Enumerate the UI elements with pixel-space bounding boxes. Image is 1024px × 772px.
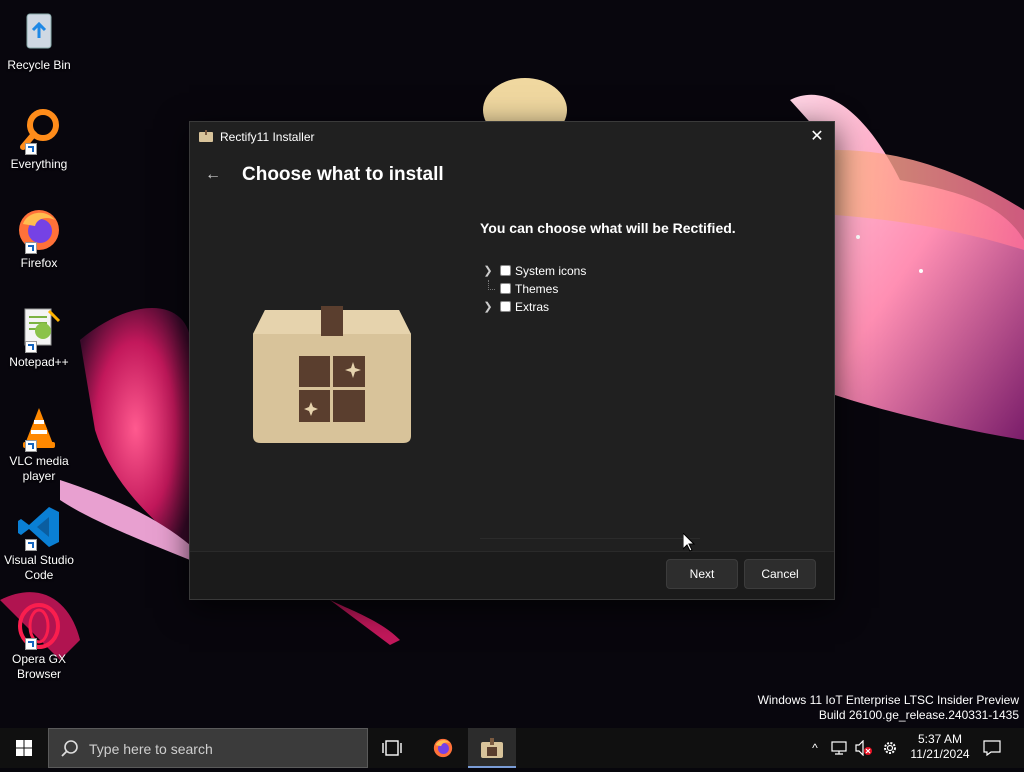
- close-button[interactable]: ✕: [800, 122, 834, 152]
- app-box-icon: [199, 130, 213, 142]
- desktop-icon-notepad-plus-plus[interactable]: Notepad++: [2, 305, 76, 370]
- tree-item-label: System icons: [515, 264, 587, 278]
- notepad-plus-plus-icon: [15, 305, 63, 353]
- show-hidden-icons-button[interactable]: ^: [804, 728, 826, 768]
- windows-logo-icon: [16, 740, 32, 756]
- section-subtitle: You can choose what will be Rectified.: [480, 220, 736, 236]
- checkbox-themes[interactable]: [500, 283, 511, 294]
- tree-guide-line: [488, 280, 495, 290]
- desktop-icon-label: Notepad++: [9, 355, 69, 369]
- task-view-button[interactable]: [368, 728, 416, 768]
- opera-gx-icon: [15, 602, 63, 650]
- clock-time: 5:37 AM: [917, 732, 963, 746]
- dialog-footer: Next Cancel: [190, 551, 834, 599]
- recycle-bin-icon: [15, 8, 63, 56]
- back-arrow-button[interactable]: ←: [202, 164, 224, 186]
- desktop-icon-vlc[interactable]: VLC media player: [2, 404, 76, 484]
- shortcut-arrow-icon: [25, 638, 37, 650]
- firefox-icon: [15, 206, 63, 254]
- desktop-icon-label: Firefox: [20, 256, 58, 270]
- search-icon: [61, 740, 78, 757]
- desktop-icon-label: Everything: [10, 157, 68, 171]
- volume-muted-icon[interactable]: [852, 728, 874, 768]
- page-title: Choose what to install: [242, 164, 444, 185]
- shortcut-arrow-icon: [25, 440, 37, 452]
- search-placeholder: Type here to search: [89, 741, 213, 757]
- task-view-icon: [382, 740, 402, 756]
- desktop-icon-firefox[interactable]: Firefox: [2, 206, 76, 271]
- package-box-illustration: [253, 306, 411, 443]
- taskbar-search-box[interactable]: Type here to search: [48, 728, 368, 768]
- installer-dialog: Rectify11 Installer ✕ ← Choose what to i…: [189, 121, 835, 600]
- desktop-icon-recycle-bin[interactable]: Recycle Bin: [2, 8, 76, 73]
- tree-item-label: Themes: [515, 282, 559, 296]
- desktop-icon-vscode[interactable]: Visual Studio Code: [2, 503, 76, 583]
- cancel-button[interactable]: Cancel: [744, 559, 816, 589]
- firefox-icon: [433, 738, 453, 758]
- shortcut-arrow-icon: [25, 242, 37, 254]
- divider: [480, 538, 700, 539]
- desktop-icon-label: Recycle Bin: [7, 58, 71, 72]
- shortcut-arrow-icon: [25, 341, 37, 353]
- gear-icon[interactable]: [878, 728, 902, 768]
- network-icon[interactable]: [828, 728, 850, 768]
- start-button[interactable]: [0, 728, 48, 768]
- taskbar-rectify11-installer[interactable]: [468, 728, 516, 768]
- title-bar[interactable]: Rectify11 Installer ✕: [190, 122, 834, 152]
- notification-center-icon[interactable]: [978, 728, 1006, 768]
- tree-item-label: Extras: [515, 300, 550, 314]
- everything-search-icon: [15, 107, 63, 155]
- vlc-icon: [15, 404, 63, 452]
- window-title: Rectify11 Installer: [220, 130, 315, 144]
- desktop-icon-label: Visual Studio Code: [4, 553, 74, 582]
- chevron-right-icon[interactable]: ❯: [483, 298, 493, 316]
- desktop-icon-everything[interactable]: Everything: [2, 107, 76, 172]
- next-button[interactable]: Next: [666, 559, 738, 589]
- vscode-icon: [15, 503, 63, 551]
- taskbar: Type here to search ^ 5:37 AM 11/21/2024: [0, 728, 1024, 768]
- desktop-icon-label: Opera GX Browser: [11, 652, 67, 681]
- checkbox-system-icons[interactable]: [500, 265, 511, 276]
- clock[interactable]: 5:37 AM 11/21/2024: [905, 728, 975, 772]
- taskbar-firefox[interactable]: [420, 728, 466, 768]
- chevron-right-icon[interactable]: ❯: [483, 262, 493, 280]
- checkbox-extras[interactable]: [500, 301, 511, 312]
- desktop-icon-label: VLC media player: [9, 454, 69, 483]
- watermark-edition: Windows 11 IoT Enterprise LTSC Insider P…: [757, 693, 1019, 707]
- clock-date: 11/21/2024: [910, 747, 970, 761]
- mouse-cursor-icon: [683, 533, 695, 552]
- shortcut-arrow-icon: [25, 143, 37, 155]
- desktop-icon-opera-gx[interactable]: Opera GX Browser: [2, 602, 76, 682]
- shortcut-arrow-icon: [25, 539, 37, 551]
- watermark-build: Build 26100.ge_release.240331-1435: [818, 708, 1019, 722]
- windows-build-watermark: Windows 11 IoT Enterprise LTSC Insider P…: [758, 693, 1019, 723]
- app-box-icon: [481, 738, 503, 758]
